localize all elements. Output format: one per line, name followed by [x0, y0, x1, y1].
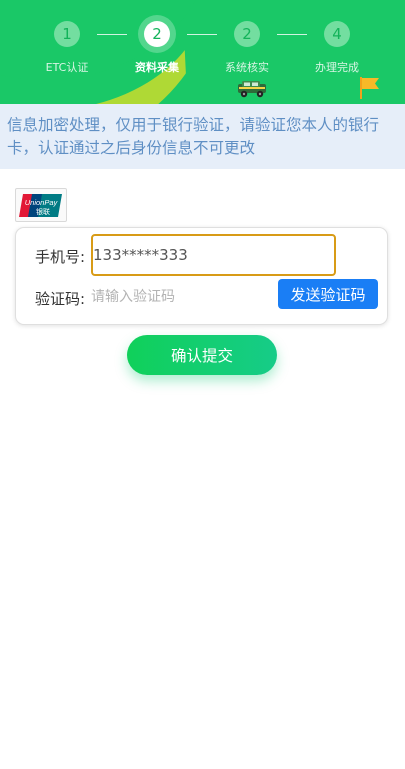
step-label: 办理完成 — [315, 61, 359, 74]
verification-form: 手机号: 验证码: 发送验证码 — [15, 227, 388, 325]
step-connector — [97, 34, 127, 35]
send-code-button[interactable]: 发送验证码 — [278, 279, 378, 309]
progress-header: 1 ETC认证 2 资料采集 2 系统核实 4 办理完成 — [0, 0, 405, 104]
step-number: 2 — [234, 21, 260, 47]
step-number: 1 — [54, 21, 80, 47]
step-label: 系统核实 — [225, 61, 269, 74]
step-number: 4 — [324, 21, 350, 47]
step-connector — [277, 34, 307, 35]
step-label: ETC认证 — [45, 61, 89, 74]
verification-code-field[interactable] — [91, 282, 271, 312]
car-icon — [238, 81, 266, 98]
code-label: 验证码: — [35, 290, 86, 308]
unionpay-logo-cn: 银联 — [36, 207, 50, 216]
step-label: 资料采集 — [135, 61, 179, 74]
step-number: 2 — [144, 21, 170, 47]
phone-label: 手机号: — [35, 248, 86, 266]
flag-icon — [360, 77, 379, 99]
security-notice: 信息加密处理，仅用于银行验证，请验证您本人的银行卡，认证通过之后身份信息不可更改 — [0, 104, 405, 169]
unionpay-logo-text: UnionPay — [25, 198, 59, 207]
step-connector — [187, 34, 217, 35]
phone-field[interactable] — [91, 234, 336, 276]
confirm-submit-button[interactable]: 确认提交 — [127, 335, 277, 375]
unionpay-logo: UnionPay 银联 — [15, 188, 67, 222]
